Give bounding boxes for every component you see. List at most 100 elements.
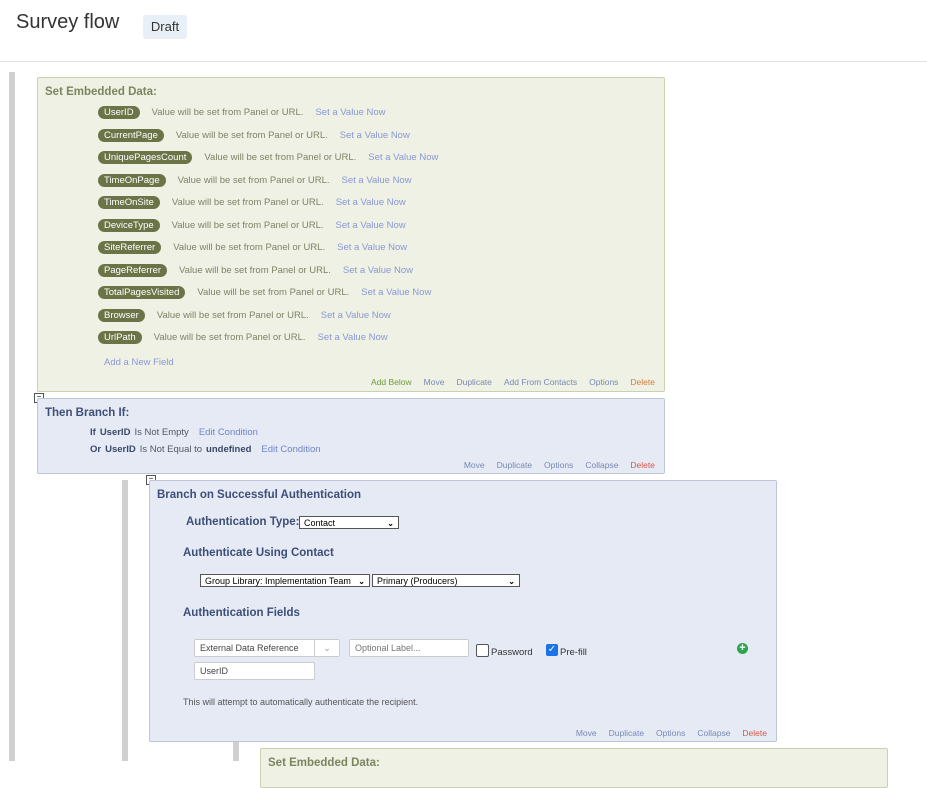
field-name-tag[interactable]: UrlPath <box>98 331 142 344</box>
auth-note: This will attempt to automatically authe… <box>183 697 419 707</box>
set-value-now-link[interactable]: Set a Value Now <box>321 310 391 321</box>
add-below-button[interactable]: Add Below <box>371 377 412 387</box>
set-value-now-link[interactable]: Set a Value Now <box>336 220 406 231</box>
field-name-tag[interactable]: Browser <box>98 308 145 322</box>
contact-list-select[interactable]: Primary (Producers) ⌄ <box>372 574 520 587</box>
options-button[interactable]: Options <box>589 377 618 387</box>
authentication-fields-label: Authentication Fields <box>183 607 300 619</box>
move-button[interactable]: Move <box>576 728 597 738</box>
delete-button[interactable]: Delete <box>630 377 655 387</box>
field-name-tag[interactable]: CurrentPage <box>98 128 164 142</box>
collapse-button[interactable]: Collapse <box>585 460 618 470</box>
field-name-tag[interactable]: TotalPagesVisited <box>98 286 186 299</box>
authentication-type-select[interactable]: Contact ⌄ <box>299 516 399 529</box>
field-name-tag[interactable]: TimeOnPage <box>98 173 166 187</box>
field-value-input[interactable]: UserID <box>194 662 315 680</box>
field-description: Value will be set from Panel or URL. <box>153 332 306 343</box>
condition-field: UserID <box>105 444 136 455</box>
condition-operator: Is Not Equal to <box>139 444 203 455</box>
embedded-field-row: DeviceType Value will be set from Panel o… <box>98 218 406 232</box>
field-description: Value will be set from Panel or URL. <box>173 242 326 253</box>
embedded-field-row: TotalPagesVisited Value will be set from … <box>98 286 431 299</box>
embedded-field-row: CurrentPage Value will be set from Panel … <box>98 128 410 142</box>
optional-label-input[interactable] <box>349 639 469 657</box>
delete-button[interactable]: Delete <box>630 460 655 470</box>
block-title: Set Embedded Data: <box>268 757 380 769</box>
selected-value: External Data Reference <box>200 643 299 653</box>
prefill-label: Pre-fill <box>560 647 587 658</box>
field-type-select[interactable]: External Data Reference ⌄ <box>194 639 340 657</box>
field-name-tag[interactable]: SiteReferrer <box>98 241 162 254</box>
field-name-tag[interactable]: TimeOnSite <box>98 196 160 209</box>
condition-operator: Is Not Empty <box>134 427 189 438</box>
collapse-button[interactable]: Collapse <box>697 728 730 738</box>
set-value-now-link[interactable]: Set a Value Now <box>315 107 385 118</box>
embedded-field-row: TimeOnPage Value will be set from Panel o… <box>98 173 412 187</box>
field-name-tag[interactable]: PageReferrer <box>98 263 168 277</box>
flow-indent-bar <box>233 742 239 761</box>
set-value-now-link[interactable]: Set a Value Now <box>342 175 412 186</box>
divider <box>0 61 927 62</box>
condition-conjunction: Or <box>90 444 102 455</box>
set-value-now-link[interactable]: Set a Value Now <box>337 242 407 253</box>
branch-block: Then Branch If: If UserID Is Not Empty E… <box>37 398 665 474</box>
field-description: Value will be set from Panel or URL. <box>156 309 309 321</box>
edit-condition-link[interactable]: Edit Condition <box>261 444 320 455</box>
options-button[interactable]: Options <box>656 728 685 738</box>
duplicate-button[interactable]: Duplicate <box>497 460 532 470</box>
page-title: Survey flow <box>16 11 120 33</box>
condition-field: UserID <box>99 427 131 438</box>
field-description: Value will be set from Panel or URL. <box>175 129 328 141</box>
library-select[interactable]: Group Library: Implementation Team ⌄ <box>200 574 370 587</box>
chevron-down-icon: ⌄ <box>387 519 394 528</box>
field-name-tag[interactable]: DeviceType <box>98 218 160 232</box>
condition-conjunction: If <box>90 427 96 438</box>
chevron-down-icon: ⌄ <box>358 577 365 586</box>
field-name-tag[interactable]: UniquePagesCount <box>98 151 193 164</box>
set-value-now-link[interactable]: Set a Value Now <box>368 152 438 163</box>
condition-row: If UserID Is Not Empty Edit Condition <box>90 427 258 438</box>
set-embedded-data-block: Set Embedded Data: UserID Value will be s… <box>37 77 665 392</box>
move-button[interactable]: Move <box>424 377 445 387</box>
field-description: Value will be set from Panel or URL. <box>171 219 324 231</box>
set-value-now-link[interactable]: Set a Value Now <box>336 197 406 208</box>
embedded-field-row: UniquePagesCount Value will be set from P… <box>98 151 438 164</box>
field-name-tag[interactable]: UserID <box>98 106 140 119</box>
move-button[interactable]: Move <box>464 460 485 470</box>
set-embedded-data-block: Set Embedded Data: <box>260 748 888 788</box>
field-description: Value will be set from Panel or URL. <box>171 197 324 208</box>
flow-indent-bar <box>122 480 128 761</box>
condition-row: Or UserID Is Not Equal to undefined Edit… <box>90 444 321 455</box>
status-badge: Draft <box>143 15 187 39</box>
embedded-field-row: SiteReferrer Value will be set from Panel… <box>98 241 407 254</box>
password-label: Password <box>491 647 533 658</box>
password-checkbox[interactable] <box>476 643 489 657</box>
set-value-now-link[interactable]: Set a Value Now <box>318 332 388 343</box>
field-description: Value will be set from Panel or URL. <box>197 287 350 298</box>
duplicate-button[interactable]: Duplicate <box>456 377 491 387</box>
field-description: Value will be set from Panel or URL. <box>204 152 357 163</box>
field-description: Value will be set from Panel or URL. <box>151 107 304 118</box>
embedded-field-row: Browser Value will be set from Panel or U… <box>98 308 391 322</box>
delete-button[interactable]: Delete <box>742 728 767 738</box>
add-field-plus-icon[interactable]: + <box>737 643 748 654</box>
block-title: Branch on Successful Authentication <box>157 489 362 501</box>
set-value-now-link[interactable]: Set a Value Now <box>361 287 431 298</box>
chevron-down-icon: ⌄ <box>314 640 339 656</box>
set-value-now-link[interactable]: Set a Value Now <box>343 265 413 276</box>
add-new-field-link[interactable]: Add a New Field <box>104 357 174 368</box>
embedded-field-row: UrlPath Value will be set from Panel or U… <box>98 331 388 344</box>
prefill-checkbox[interactable]: ✓ <box>546 644 558 656</box>
flow-indent-bar <box>9 72 15 761</box>
edit-condition-link[interactable]: Edit Condition <box>199 427 258 438</box>
duplicate-button[interactable]: Duplicate <box>609 728 644 738</box>
field-description: Value will be set from Panel or URL. <box>177 174 330 186</box>
selected-value: Primary (Producers) <box>377 576 458 586</box>
authentication-type-label: Authentication Type: <box>186 516 300 528</box>
add-from-contacts-button[interactable]: Add From Contacts <box>504 377 577 387</box>
set-value-now-link[interactable]: Set a Value Now <box>340 130 410 141</box>
chevron-down-icon: ⌄ <box>508 577 515 586</box>
embedded-field-row: TimeOnSite Value will be set from Panel o… <box>98 196 406 209</box>
block-title: Then Branch If: <box>45 407 130 419</box>
options-button[interactable]: Options <box>544 460 573 470</box>
